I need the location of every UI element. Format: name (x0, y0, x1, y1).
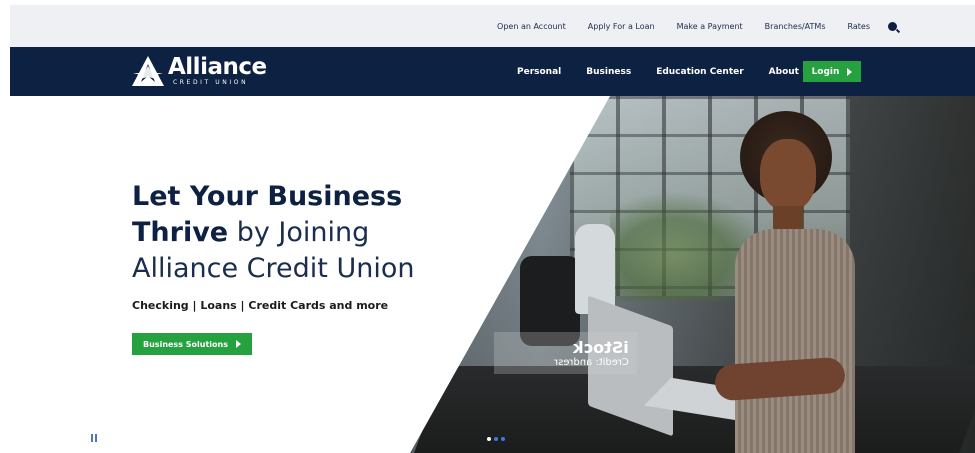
login-label: Login (811, 66, 840, 77)
pause-icon[interactable] (91, 434, 99, 442)
utility-link-branches-atms[interactable]: Branches/ATMs (765, 22, 826, 31)
hero-banner: iStock Credit: andresr Let Your Business… (10, 96, 975, 453)
nav-item-business[interactable]: Business (586, 67, 631, 77)
carousel-dot-1[interactable] (487, 437, 491, 441)
main-nav: Alliance CREDIT UNION Personal Business … (10, 47, 975, 96)
hero-subline: Checking | Loans | Credit Cards and more (132, 299, 389, 312)
watermark-credit: Credit: andresr (554, 357, 629, 368)
login-button[interactable]: Login (803, 61, 861, 82)
alliance-star-logo-icon (132, 56, 164, 86)
logo-wordmark: Alliance (168, 54, 267, 80)
headline-thrive: Thrive (132, 217, 229, 248)
hero-headline: Let Your Business Thrive by Joining Alli… (132, 180, 432, 288)
nav-item-personal[interactable]: Personal (517, 67, 561, 77)
headline-line-1: Let Your Business (132, 181, 403, 212)
photo-smiling-woman (713, 111, 905, 453)
site-logo[interactable]: Alliance CREDIT UNION (131, 54, 271, 87)
nav-item-education-center[interactable]: Education Center (656, 67, 743, 77)
search-icon[interactable] (888, 21, 897, 31)
logo-tagline: CREDIT UNION (173, 79, 249, 86)
utility-link-make-payment[interactable]: Make a Payment (677, 22, 743, 31)
carousel-dot-3[interactable] (501, 437, 505, 441)
utility-link-open-account[interactable]: Open an Account (497, 22, 566, 31)
headline-by-joining: by Joining (228, 217, 370, 248)
utility-link-apply-loan[interactable]: Apply For a Loan (588, 22, 655, 31)
utility-nav: Open an Account Apply For a Loan Make a … (10, 5, 975, 47)
headline-line-3: Alliance Credit Union (132, 253, 415, 284)
chevron-right-icon (847, 67, 853, 76)
chevron-right-icon (235, 340, 241, 348)
photo-face (760, 139, 816, 211)
carousel-dots (487, 437, 505, 441)
carousel-dot-2[interactable] (494, 437, 498, 441)
business-solutions-button[interactable]: Business Solutions (132, 333, 252, 355)
utility-link-rates[interactable]: Rates (847, 22, 870, 31)
watermark-brand: iStock (573, 338, 629, 357)
photo-sweater (735, 229, 855, 453)
cta-label: Business Solutions (143, 339, 228, 349)
stock-watermark: iStock Credit: andresr (494, 332, 637, 374)
primary-nav-links: Personal Business Education Center About… (517, 47, 840, 96)
